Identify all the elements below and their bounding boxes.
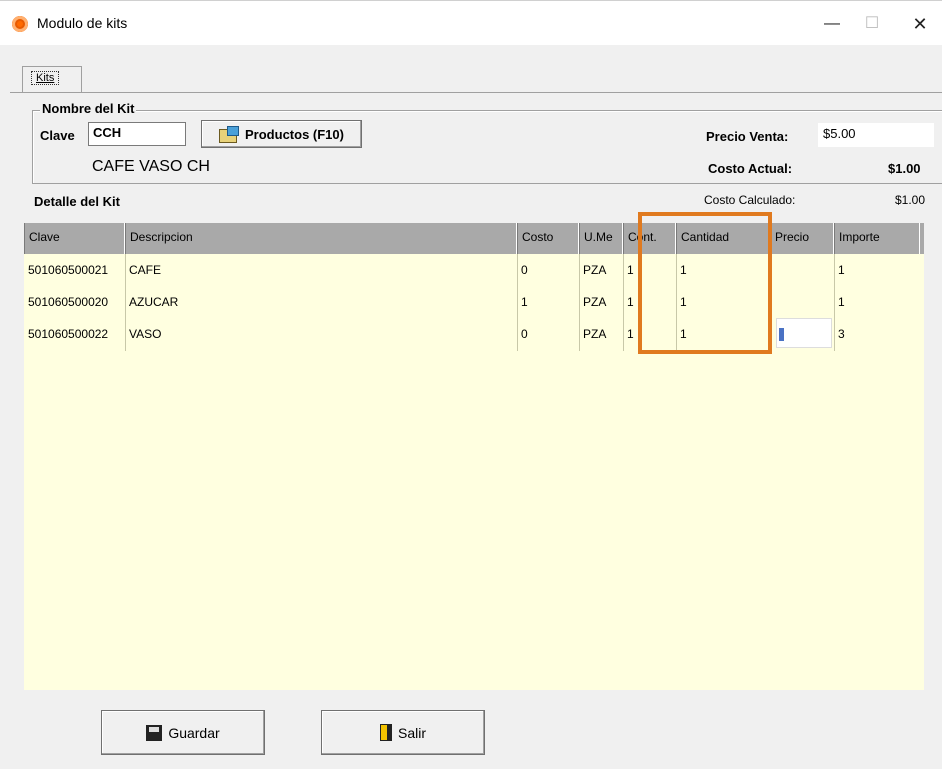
costo-actual-label: Costo Actual: xyxy=(708,161,793,176)
col-descripcion[interactable]: Descripcion xyxy=(125,223,517,254)
clave-input[interactable]: CCH xyxy=(88,122,186,146)
precio-venta-label: Precio Venta: xyxy=(706,129,789,144)
kit-detail-grid[interactable]: Clave Descripcion Costo U.Me Cont. Canti… xyxy=(24,223,924,690)
minimize-button[interactable]: — xyxy=(812,9,852,39)
col-importe[interactable]: Importe xyxy=(834,223,920,254)
col-cantidad[interactable]: Cantidad xyxy=(676,223,770,254)
precio-edit-cell[interactable] xyxy=(776,318,832,348)
guardar-button-label: Guardar xyxy=(168,724,220,741)
floppy-save-icon xyxy=(146,724,163,741)
cell-ume[interactable]: PZA xyxy=(579,254,606,286)
products-icon xyxy=(219,126,240,143)
table-row[interactable]: 501060500021 CAFE 0 PZA 1 1 1 xyxy=(24,254,924,286)
table-row[interactable]: 501060500020 AZUCAR 1 PZA 1 1 1 xyxy=(24,286,924,318)
cell-cantidad[interactable]: 1 xyxy=(676,254,687,286)
cell-cantidad[interactable]: 1 xyxy=(676,286,687,318)
cell-clave[interactable]: 501060500022 xyxy=(24,318,108,350)
detalle-title: Detalle del Kit xyxy=(34,194,120,209)
cell-precio[interactable] xyxy=(770,286,774,318)
cell-ume[interactable]: PZA xyxy=(579,286,606,318)
cell-importe[interactable]: 1 xyxy=(834,254,845,286)
cell-descripcion[interactable]: AZUCAR xyxy=(125,286,178,318)
tab-kits[interactable]: Kits xyxy=(22,66,82,93)
costo-actual-value: $1.00 xyxy=(888,161,921,176)
grid-header: Clave Descripcion Costo U.Me Cont. Canti… xyxy=(24,223,924,254)
tab-kits-label: Kits xyxy=(31,71,60,85)
cell-descripcion[interactable]: VASO xyxy=(125,318,161,350)
cell-descripcion[interactable]: CAFE xyxy=(125,254,161,286)
salir-button-label: Salir xyxy=(397,724,426,741)
cell-importe[interactable]: 3 xyxy=(834,318,845,350)
col-cont[interactable]: Cont. xyxy=(623,223,676,254)
maximize-button[interactable]: ☐ xyxy=(852,9,892,39)
window-title: Modulo de kits xyxy=(37,15,128,31)
exit-door-icon xyxy=(379,724,392,741)
cell-ume[interactable]: PZA xyxy=(579,318,606,350)
cell-cont[interactable]: 1 xyxy=(623,318,634,350)
precio-venta-input[interactable]: $5.00 xyxy=(818,123,934,147)
cell-cont[interactable]: 1 xyxy=(623,286,634,318)
cell-cont[interactable]: 1 xyxy=(623,254,634,286)
productos-button-label: Productos (F10) xyxy=(245,126,344,142)
kit-name-group-label: Nombre del Kit xyxy=(40,101,137,116)
cell-costo[interactable]: 1 xyxy=(517,286,528,318)
title-bar: Modulo de kits — ☐ ✕ xyxy=(0,0,942,45)
cell-importe[interactable]: 1 xyxy=(834,286,845,318)
cell-costo[interactable]: 0 xyxy=(517,254,528,286)
cell-cantidad[interactable]: 1 xyxy=(676,318,687,350)
guardar-button[interactable]: Guardar xyxy=(101,710,265,755)
kit-name: CAFE VASO CH xyxy=(92,158,210,175)
salir-button[interactable]: Salir xyxy=(321,710,485,755)
cell-clave[interactable]: 501060500020 xyxy=(24,286,108,318)
col-clave[interactable]: Clave xyxy=(24,223,125,254)
clave-label: Clave xyxy=(40,128,75,143)
text-cursor xyxy=(779,328,784,341)
cell-precio[interactable] xyxy=(770,318,774,350)
col-ume[interactable]: U.Me xyxy=(579,223,623,254)
cell-costo[interactable]: 0 xyxy=(517,318,528,350)
costo-calculado-value: $1.00 xyxy=(895,193,926,207)
cell-clave[interactable]: 501060500021 xyxy=(24,254,108,286)
close-button[interactable]: ✕ xyxy=(900,9,940,39)
costo-calculado-label: Costo Calculado: xyxy=(704,193,796,207)
tab-panel-border xyxy=(10,92,942,93)
cell-precio[interactable] xyxy=(770,254,774,286)
productos-button[interactable]: Productos (F10) xyxy=(201,120,362,148)
app-logo-icon xyxy=(12,16,28,32)
col-costo[interactable]: Costo xyxy=(517,223,579,254)
col-precio[interactable]: Precio xyxy=(770,223,834,254)
